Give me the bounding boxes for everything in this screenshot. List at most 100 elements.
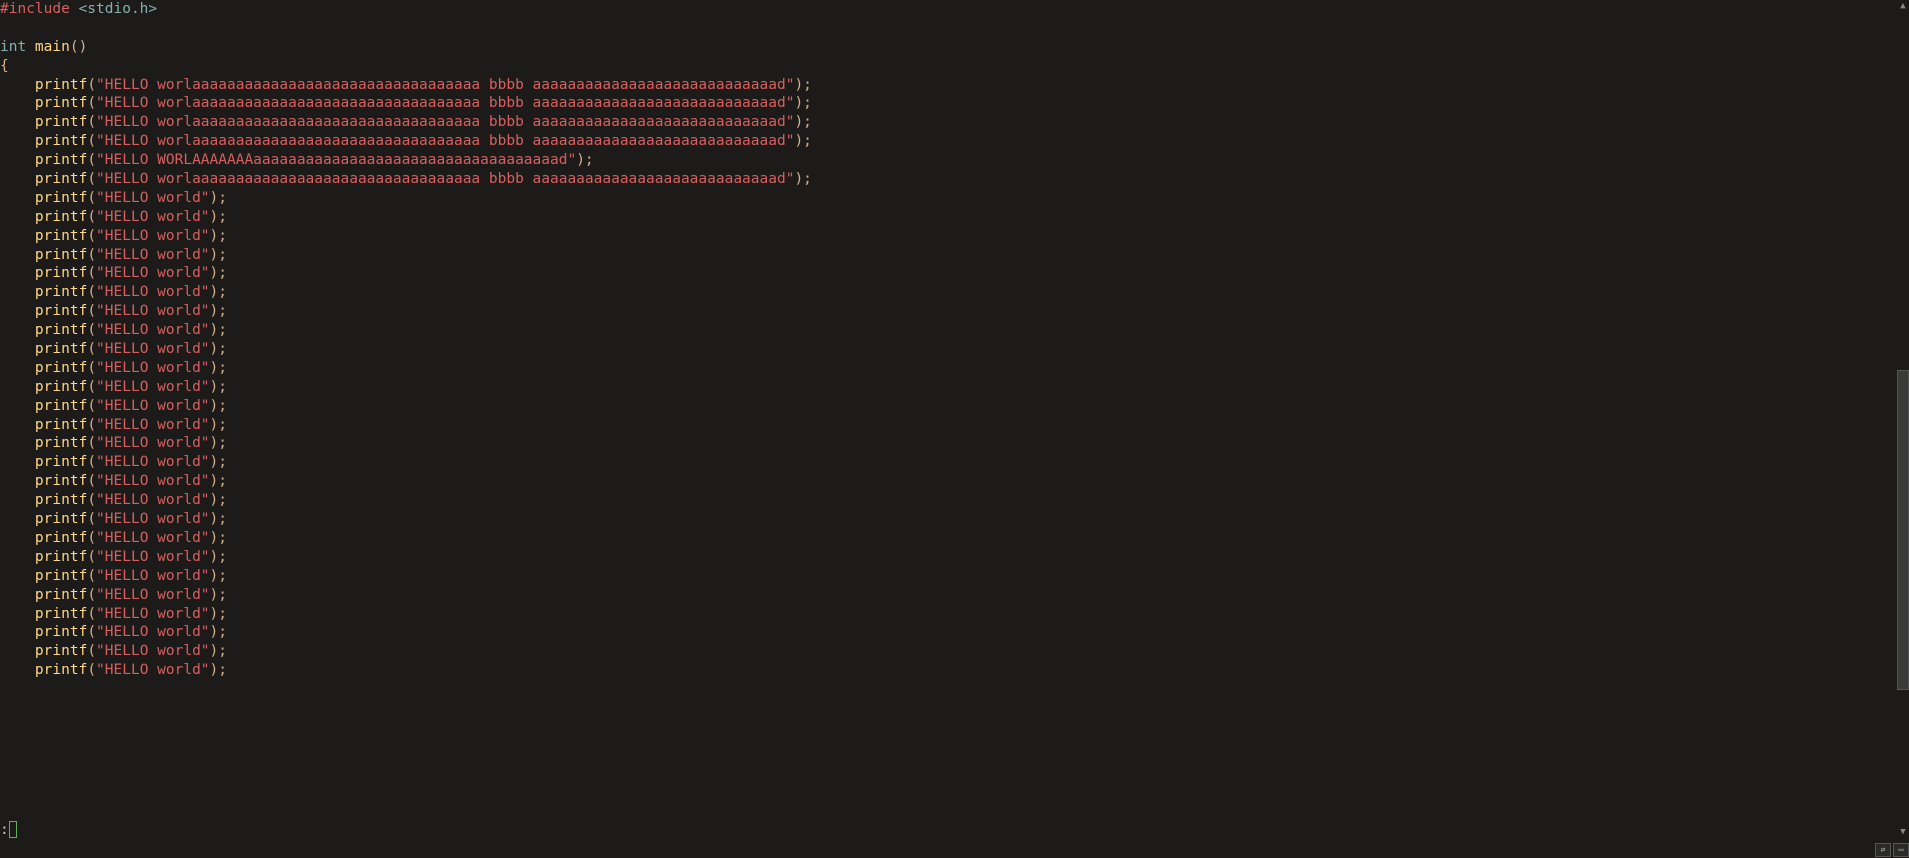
code-line[interactable]: printf("HELLO world"); (0, 189, 1897, 208)
paren-close-semi: ); (210, 662, 227, 678)
func-printf: printf (35, 360, 87, 376)
code-line[interactable]: printf("HELLO world"); (0, 510, 1897, 529)
paren-open: ( (87, 398, 96, 414)
func-printf: printf (35, 341, 87, 357)
code-line[interactable]: printf("HELLO world"); (0, 246, 1897, 265)
code-line[interactable]: printf("HELLO worlaaaaaaaaaaaaaaaaaaaaaa… (0, 132, 1897, 151)
paren-close-semi: ); (210, 228, 227, 244)
string-literal: "HELLO worlaaaaaaaaaaaaaaaaaaaaaaaaaaaaa… (96, 114, 794, 130)
func-printf: printf (35, 549, 87, 565)
func-printf: printf (35, 398, 87, 414)
code-editor[interactable]: #include <stdio.h>int main(){ printf("HE… (0, 0, 1897, 858)
func-printf: printf (35, 435, 87, 451)
code-line[interactable]: printf("HELLO WORLAAAAAAAaaaaaaaaaaaaaaa… (0, 151, 1897, 170)
code-line[interactable]: int main() (0, 38, 1897, 57)
paren-open: ( (87, 587, 96, 603)
func-printf: printf (35, 265, 87, 281)
paren-close-semi: ); (210, 284, 227, 300)
code-line[interactable] (0, 19, 1897, 38)
func-printf: printf (35, 624, 87, 640)
paren-open: ( (87, 152, 96, 168)
string-literal: "HELLO world" (96, 341, 210, 357)
command-cursor (9, 821, 18, 838)
code-line[interactable]: printf("HELLO world"); (0, 340, 1897, 359)
code-line[interactable]: printf("HELLO world"); (0, 642, 1897, 661)
paren-close-semi: ); (794, 95, 811, 111)
string-literal: "HELLO world" (96, 492, 210, 508)
code-line[interactable]: printf("HELLO worlaaaaaaaaaaaaaaaaaaaaaa… (0, 170, 1897, 189)
paren-open: ( (87, 265, 96, 281)
vertical-scrollbar[interactable]: ▲ ▼ (1897, 0, 1909, 858)
paren-close-semi: ); (210, 379, 227, 395)
code-line[interactable]: printf("HELLO world"); (0, 567, 1897, 586)
paren-open: ( (87, 643, 96, 659)
code-line[interactable]: printf("HELLO world"); (0, 283, 1897, 302)
func-printf: printf (35, 171, 87, 187)
code-line[interactable]: printf("HELLO worlaaaaaaaaaaaaaaaaaaaaaa… (0, 94, 1897, 113)
paren-close-semi: ); (210, 303, 227, 319)
paren-open: ( (87, 492, 96, 508)
func-printf: printf (35, 247, 87, 263)
code-line[interactable]: printf("HELLO world"); (0, 416, 1897, 435)
code-line[interactable]: printf("HELLO world"); (0, 661, 1897, 680)
code-line[interactable]: printf("HELLO worlaaaaaaaaaaaaaaaaaaaaaa… (0, 113, 1897, 132)
code-line[interactable]: printf("HELLO world"); (0, 321, 1897, 340)
code-line[interactable]: printf("HELLO world"); (0, 605, 1897, 624)
tray-button-1[interactable]: ⇄ (1875, 843, 1891, 857)
scroll-up-arrow-icon[interactable]: ▲ (1897, 0, 1909, 12)
code-line[interactable]: printf("HELLO world"); (0, 378, 1897, 397)
code-line[interactable]: printf("HELLO world"); (0, 453, 1897, 472)
code-line[interactable]: printf("HELLO world"); (0, 491, 1897, 510)
string-literal: "HELLO world" (96, 284, 210, 300)
scroll-down-arrow-icon[interactable]: ▼ (1897, 826, 1909, 838)
paren-close-semi: ); (210, 624, 227, 640)
paren-open: ( (87, 379, 96, 395)
code-line[interactable]: printf("HELLO world"); (0, 227, 1897, 246)
paren-close-semi: ); (210, 322, 227, 338)
string-literal: "HELLO world" (96, 247, 210, 263)
code-line[interactable]: printf("HELLO world"); (0, 529, 1897, 548)
code-line[interactable]: printf("HELLO world"); (0, 302, 1897, 321)
string-literal: "HELLO world" (96, 473, 210, 489)
code-line[interactable]: printf("HELLO world"); (0, 434, 1897, 453)
string-literal: "HELLO world" (96, 265, 210, 281)
paren-close-semi: ); (210, 549, 227, 565)
string-literal: "HELLO world" (96, 228, 210, 244)
code-line[interactable]: printf("HELLO world"); (0, 208, 1897, 227)
func-printf: printf (35, 511, 87, 527)
code-line[interactable]: printf("HELLO worlaaaaaaaaaaaaaaaaaaaaaa… (0, 76, 1897, 95)
code-line[interactable]: printf("HELLO world"); (0, 264, 1897, 283)
code-line[interactable]: printf("HELLO world"); (0, 548, 1897, 567)
string-literal: "HELLO worlaaaaaaaaaaaaaaaaaaaaaaaaaaaaa… (96, 95, 794, 111)
func-printf: printf (35, 417, 87, 433)
paren-open: ( (87, 209, 96, 225)
scrollbar-thumb[interactable] (1897, 370, 1909, 690)
func-printf: printf (35, 190, 87, 206)
paren-open: ( (87, 473, 96, 489)
func-printf: printf (35, 473, 87, 489)
code-line[interactable]: printf("HELLO world"); (0, 623, 1897, 642)
string-literal: "HELLO world" (96, 643, 210, 659)
string-literal: "HELLO world" (96, 303, 210, 319)
code-line[interactable]: printf("HELLO world"); (0, 359, 1897, 378)
paren-close-semi: ); (794, 77, 811, 93)
paren-close-semi: ); (794, 114, 811, 130)
paren-close-semi: ); (210, 473, 227, 489)
code-line[interactable]: printf("HELLO world"); (0, 397, 1897, 416)
paren-close-semi: ); (210, 492, 227, 508)
code-line[interactable]: #include <stdio.h> (0, 0, 1897, 19)
string-literal: "HELLO world" (96, 322, 210, 338)
string-literal: "HELLO WORLAAAAAAAaaaaaaaaaaaaaaaaaaaaaa… (96, 152, 576, 168)
code-line[interactable]: printf("HELLO world"); (0, 472, 1897, 491)
code-line[interactable]: { (0, 57, 1897, 76)
tray-button-2[interactable]: ▭ (1893, 843, 1909, 857)
paren-close-semi: ); (210, 530, 227, 546)
string-literal: "HELLO world" (96, 606, 210, 622)
func-printf: printf (35, 95, 87, 111)
func-printf: printf (35, 662, 87, 678)
string-literal: "HELLO world" (96, 379, 210, 395)
command-line[interactable]: : (0, 821, 17, 840)
string-literal: "HELLO world" (96, 624, 210, 640)
string-literal: "HELLO worlaaaaaaaaaaaaaaaaaaaaaaaaaaaaa… (96, 171, 794, 187)
code-line[interactable]: printf("HELLO world"); (0, 586, 1897, 605)
